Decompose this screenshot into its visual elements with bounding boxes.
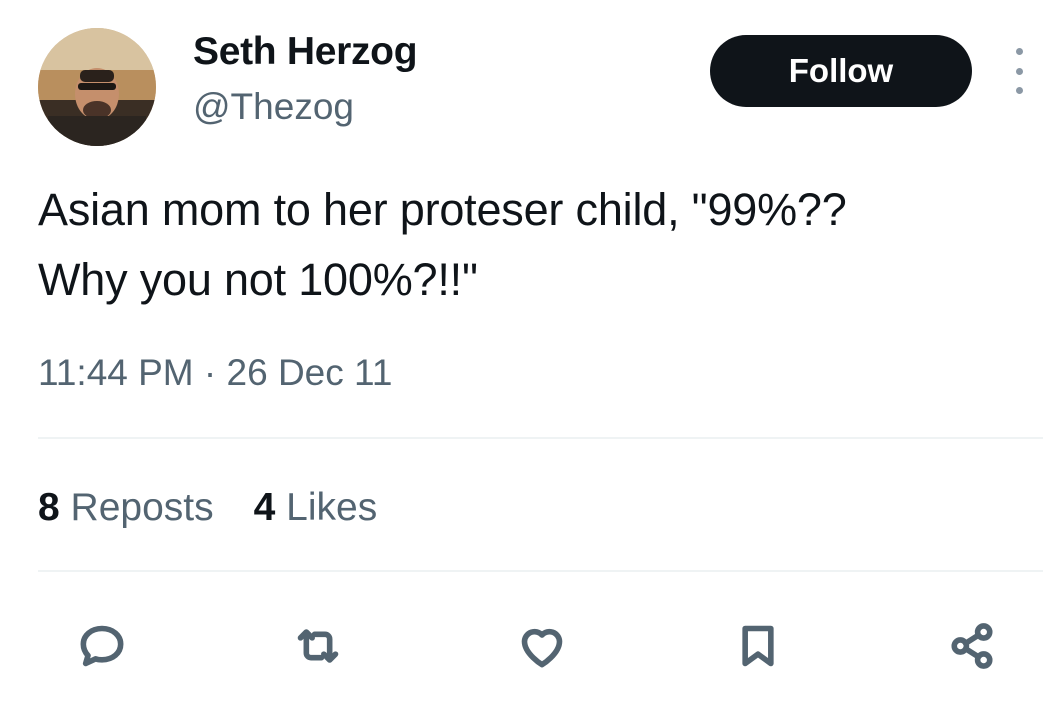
avatar[interactable] [38,28,156,146]
divider [38,437,1043,439]
repost-icon[interactable] [290,618,346,674]
reply-icon[interactable] [74,618,130,674]
engagement-stats: 8 Reposts 4 Likes [38,486,377,530]
likes-stat[interactable]: 4 Likes [254,486,378,530]
reposts-label: Reposts [70,486,214,529]
like-icon[interactable] [514,618,570,674]
more-options-dot [1015,48,1023,55]
bookmark-icon[interactable] [730,618,786,674]
tweet-date: 26 Dec 11 [226,352,393,393]
reposts-stat[interactable]: 8 Reposts [38,486,214,530]
share-icon[interactable] [944,618,1000,674]
more-options-icon[interactable] [1004,48,1034,94]
tweet-text: Asian mom to her proteser child, "99%?? … [38,184,847,305]
author-name[interactable]: Seth Herzog [193,30,418,74]
divider [38,570,1043,572]
reposts-count: 8 [38,486,60,529]
likes-count: 4 [253,486,276,529]
follow-button[interactable]: Follow [710,35,972,107]
tweet-timestamp[interactable]: 11:44 PM · 26 Dec 11 [38,352,392,394]
timestamp-separator: · [193,352,227,393]
likes-label: Likes [286,486,378,529]
author-handle[interactable]: @Thezog [193,86,354,128]
tweet-time: 11:44 PM [38,352,194,393]
more-options-dot [1015,87,1023,94]
more-options-dot [1015,67,1023,75]
